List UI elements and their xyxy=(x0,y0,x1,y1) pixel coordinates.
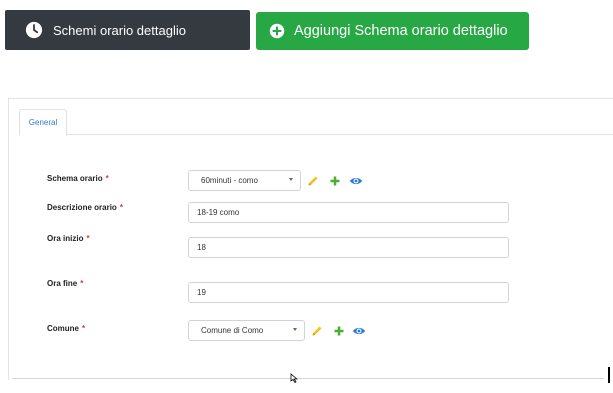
text-cursor xyxy=(608,367,610,383)
required-mark: * xyxy=(82,324,86,333)
plus-icon[interactable] xyxy=(333,325,345,337)
comune-value: Comune di Como xyxy=(201,326,264,335)
required-mark: * xyxy=(86,234,90,243)
ora-fine-label: Ora fine * xyxy=(47,279,84,288)
plus-circle-icon xyxy=(269,23,285,39)
descrizione-orario-label: Descrizione orario * xyxy=(47,203,123,212)
required-mark: * xyxy=(80,279,84,288)
aggiungi-schema-orario-dettaglio-button[interactable]: Aggiungi Schema orario dettaglio xyxy=(256,12,529,50)
clock-icon xyxy=(25,21,43,39)
plus-icon[interactable] xyxy=(329,175,341,187)
required-mark: * xyxy=(119,203,123,212)
comune-select[interactable]: Comune di Como xyxy=(188,320,305,341)
chevron-down-icon xyxy=(293,328,297,331)
schema-orario-value: 60minuti - como xyxy=(201,176,258,185)
tab-general[interactable]: General xyxy=(19,109,67,136)
schema-orario-select[interactable]: 60minuti - como xyxy=(188,170,301,191)
required-mark: * xyxy=(105,174,109,183)
ora-fine-input[interactable]: 19 xyxy=(188,282,509,303)
pencil-icon[interactable] xyxy=(311,325,323,337)
schemi-orario-dettaglio-label: Schemi orario dettaglio xyxy=(53,22,186,38)
schema-orario-label: Schema orario * xyxy=(47,174,109,183)
ora-inizio-input[interactable]: 18 xyxy=(188,237,509,258)
schemi-orario-dettaglio-button[interactable]: Schemi orario dettaglio xyxy=(5,10,250,50)
eye-icon[interactable] xyxy=(352,326,366,336)
ora-inizio-label: Ora inizio * xyxy=(47,234,90,243)
tab-bar: General xyxy=(19,109,613,136)
mouse-pointer-icon xyxy=(290,373,298,383)
form-divider xyxy=(12,378,604,379)
chevron-down-icon xyxy=(289,178,293,181)
aggiungi-schema-orario-dettaglio-label: Aggiungi Schema orario dettaglio xyxy=(294,23,508,39)
pencil-icon[interactable] xyxy=(307,175,319,187)
comune-label: Comune * xyxy=(47,324,86,333)
eye-icon[interactable] xyxy=(349,176,363,186)
descrizione-orario-input[interactable]: 18-19 como xyxy=(188,202,509,223)
form-card: General Schema orario * 60minuti - como D… xyxy=(8,98,613,380)
